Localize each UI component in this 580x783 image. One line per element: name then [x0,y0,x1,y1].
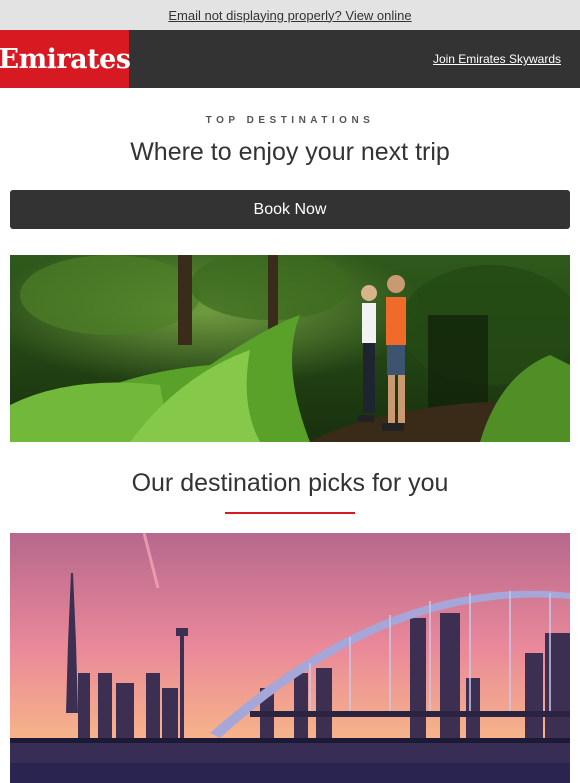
join-skywards-link[interactable]: Join Emirates Skywards [433,52,561,66]
section-eyebrow: TOP DESTINATIONS [205,115,375,126]
dubai-skyline-illustration [10,533,570,783]
heading-divider [225,512,355,514]
book-now-button[interactable]: Book Now [10,190,570,229]
forest-couple-illustration [10,255,570,442]
logo-text: Emirates [0,43,131,75]
view-online-bar: Email not displaying properly? View onli… [0,0,580,30]
dubai-skyline-image[interactable] [10,533,570,783]
header: Emirates Join Emirates Skywards [0,30,580,88]
view-online-link[interactable]: Email not displaying properly? View onli… [168,8,411,23]
picks-heading: Our destination picks for you [131,469,449,497]
page-title: Where to enjoy your next trip [130,138,450,166]
hero-forest-image[interactable] [10,255,570,442]
emirates-logo[interactable]: Emirates [0,30,131,88]
